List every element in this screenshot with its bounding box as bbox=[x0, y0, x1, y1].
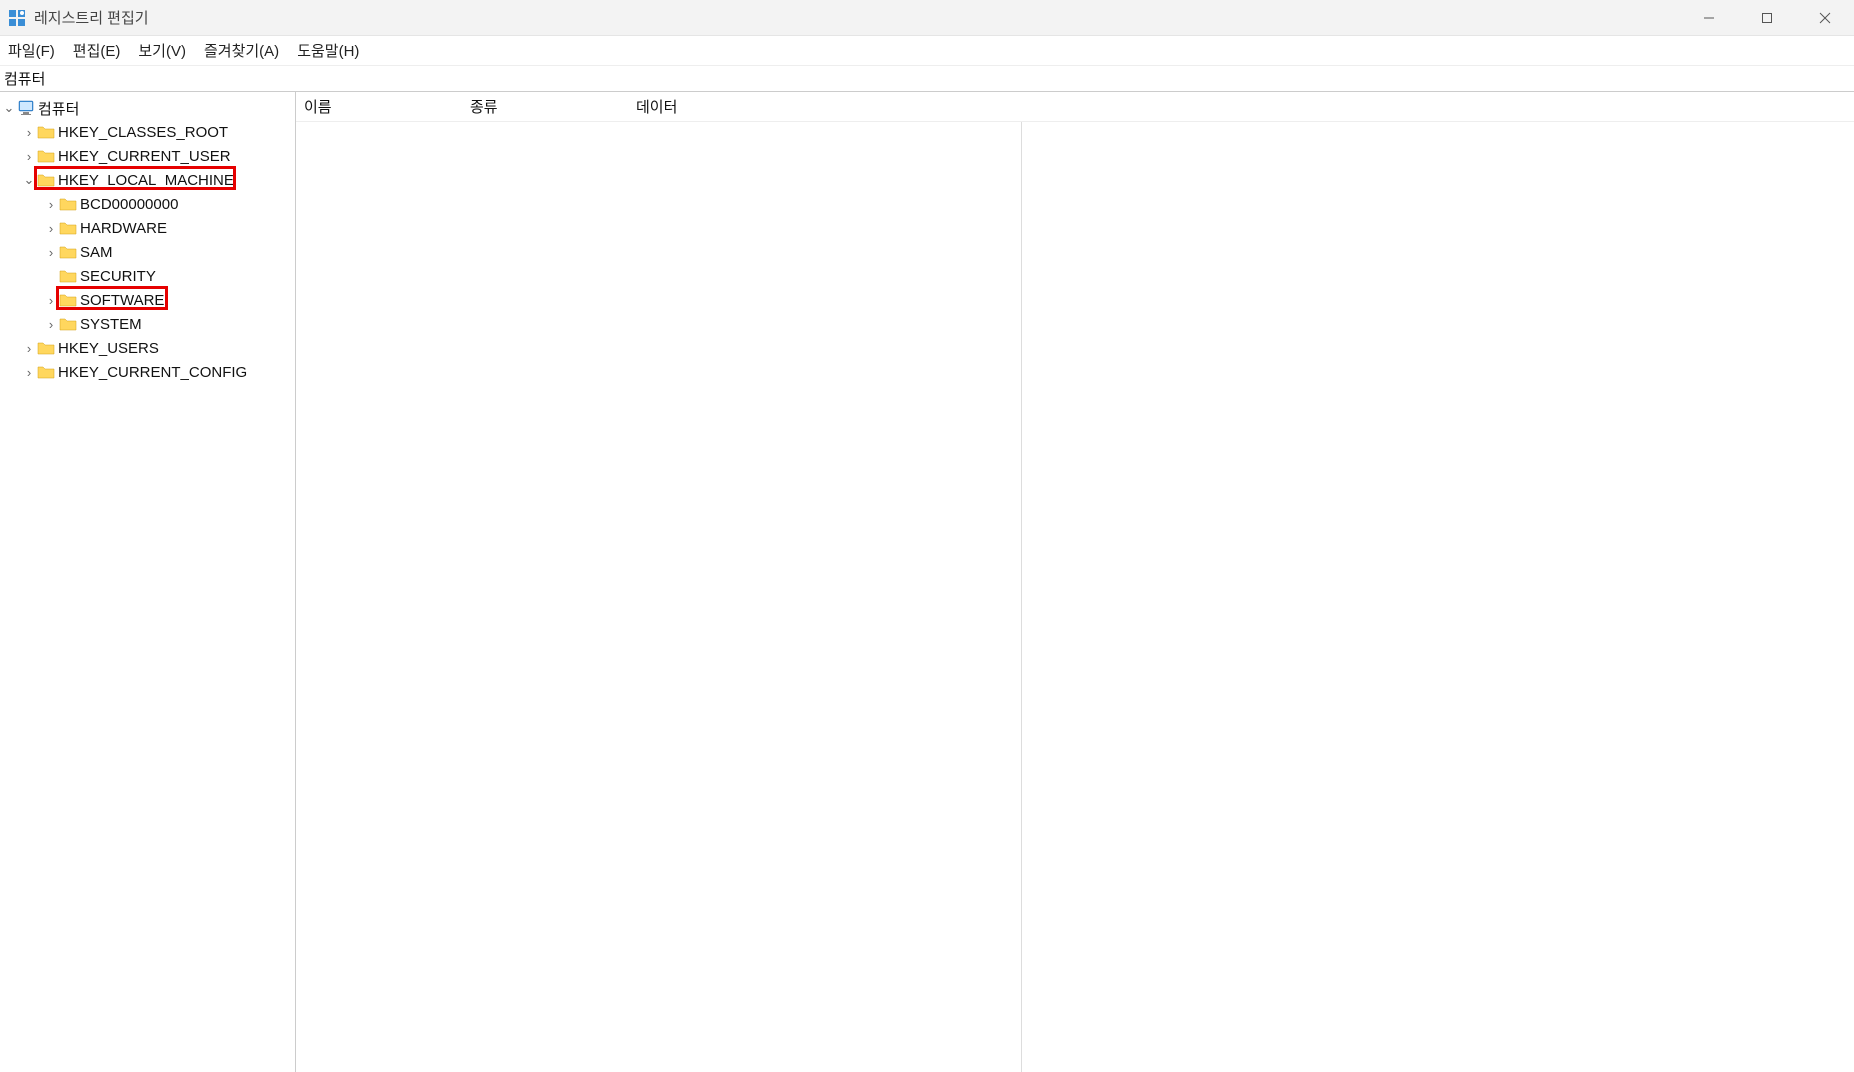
folder-icon bbox=[36, 125, 56, 139]
folder-icon bbox=[36, 173, 56, 187]
menu-favorites[interactable]: 즐겨찾기(A) bbox=[204, 40, 279, 61]
maximize-button[interactable] bbox=[1738, 0, 1796, 36]
folder-icon bbox=[58, 317, 78, 331]
list-header: 이름 종류 데이터 bbox=[296, 92, 1854, 122]
tree-label: HKEY_CURRENT_USER bbox=[58, 148, 231, 165]
tree-label: SOFTWARE bbox=[80, 292, 164, 309]
tree-label: 컴퓨터 bbox=[38, 98, 79, 119]
tree-label: BCD00000000 bbox=[80, 196, 178, 213]
tree-item-bcd00000000[interactable]: › BCD00000000 bbox=[0, 192, 295, 216]
address-text: 컴퓨터 bbox=[4, 68, 45, 89]
expander-icon[interactable]: › bbox=[22, 149, 36, 164]
folder-icon bbox=[58, 197, 78, 211]
tree-label: SECURITY bbox=[80, 268, 156, 285]
tree-item-software[interactable]: › SOFTWARE bbox=[0, 288, 295, 312]
column-header-data[interactable]: 데이터 bbox=[628, 96, 1018, 117]
window-title: 레지스트리 편집기 bbox=[34, 7, 149, 28]
folder-icon bbox=[36, 365, 56, 379]
expander-icon[interactable]: › bbox=[22, 341, 36, 356]
tree-label: HKEY_USERS bbox=[58, 340, 159, 357]
tree-label: HKEY_CLASSES_ROOT bbox=[58, 124, 228, 141]
expander-icon[interactable]: ⌄ bbox=[22, 172, 36, 188]
tree-item-hkey-current-user[interactable]: › HKEY_CURRENT_USER bbox=[0, 144, 295, 168]
tree-item-system[interactable]: › SYSTEM bbox=[0, 312, 295, 336]
computer-icon bbox=[16, 100, 36, 116]
folder-icon bbox=[36, 341, 56, 355]
expander-icon[interactable]: › bbox=[44, 197, 58, 212]
expander-icon[interactable]: › bbox=[22, 125, 36, 140]
tree-label: HARDWARE bbox=[80, 220, 167, 237]
folder-icon bbox=[58, 245, 78, 259]
tree-label: HKEY_CURRENT_CONFIG bbox=[58, 364, 247, 381]
column-header-type[interactable]: 종류 bbox=[462, 96, 628, 117]
tree-item-hkey-local-machine[interactable]: ⌄ HKEY_LOCAL_MACHINE bbox=[0, 168, 295, 192]
tree-item-hkey-classes-root[interactable]: › HKEY_CLASSES_ROOT bbox=[0, 120, 295, 144]
folder-icon bbox=[58, 221, 78, 235]
list-panel: 이름 종류 데이터 bbox=[296, 92, 1854, 1072]
tree-item-hkey-users[interactable]: › HKEY_USERS bbox=[0, 336, 295, 360]
column-header-name[interactable]: 이름 bbox=[296, 96, 462, 117]
expander-icon[interactable]: › bbox=[22, 365, 36, 380]
folder-icon bbox=[58, 269, 78, 283]
expander-icon[interactable]: › bbox=[44, 221, 58, 236]
folder-icon bbox=[36, 149, 56, 163]
tree-item-security[interactable]: SECURITY bbox=[0, 264, 295, 288]
expander-icon[interactable]: › bbox=[44, 317, 58, 332]
address-bar[interactable]: 컴퓨터 bbox=[0, 66, 1854, 92]
expander-icon[interactable]: › bbox=[44, 245, 58, 260]
regedit-icon bbox=[8, 9, 26, 27]
minimize-button[interactable] bbox=[1680, 0, 1738, 36]
tree-panel: ⌄컴퓨터›HKEY_CLASSES_ROOT›HKEY_CURRENT_USER… bbox=[0, 92, 296, 1072]
close-button[interactable] bbox=[1796, 0, 1854, 36]
menubar: 파일(F) 편집(E) 보기(V) 즐겨찾기(A) 도움말(H) bbox=[0, 36, 1854, 66]
menu-file[interactable]: 파일(F) bbox=[8, 40, 55, 61]
menu-view[interactable]: 보기(V) bbox=[138, 40, 186, 61]
tree-label: SAM bbox=[80, 244, 113, 261]
tree-root-computer[interactable]: ⌄ 컴퓨터 bbox=[0, 96, 295, 120]
tree-label: HKEY_LOCAL_MACHINE bbox=[58, 172, 234, 189]
expander-icon[interactable]: › bbox=[44, 293, 58, 308]
folder-icon bbox=[58, 293, 78, 307]
tree-item-hardware[interactable]: › HARDWARE bbox=[0, 216, 295, 240]
content: ⌄컴퓨터›HKEY_CLASSES_ROOT›HKEY_CURRENT_USER… bbox=[0, 92, 1854, 1072]
tree-label: SYSTEM bbox=[80, 316, 142, 333]
list-body bbox=[296, 122, 1022, 1072]
titlebar: 레지스트리 편집기 bbox=[0, 0, 1854, 36]
window-controls bbox=[1680, 0, 1854, 36]
expander-icon[interactable]: ⌄ bbox=[2, 100, 16, 116]
menu-edit[interactable]: 편집(E) bbox=[73, 40, 121, 61]
tree-item-hkey-current-config[interactable]: › HKEY_CURRENT_CONFIG bbox=[0, 360, 295, 384]
tree-item-sam[interactable]: › SAM bbox=[0, 240, 295, 264]
menu-help[interactable]: 도움말(H) bbox=[297, 40, 359, 61]
